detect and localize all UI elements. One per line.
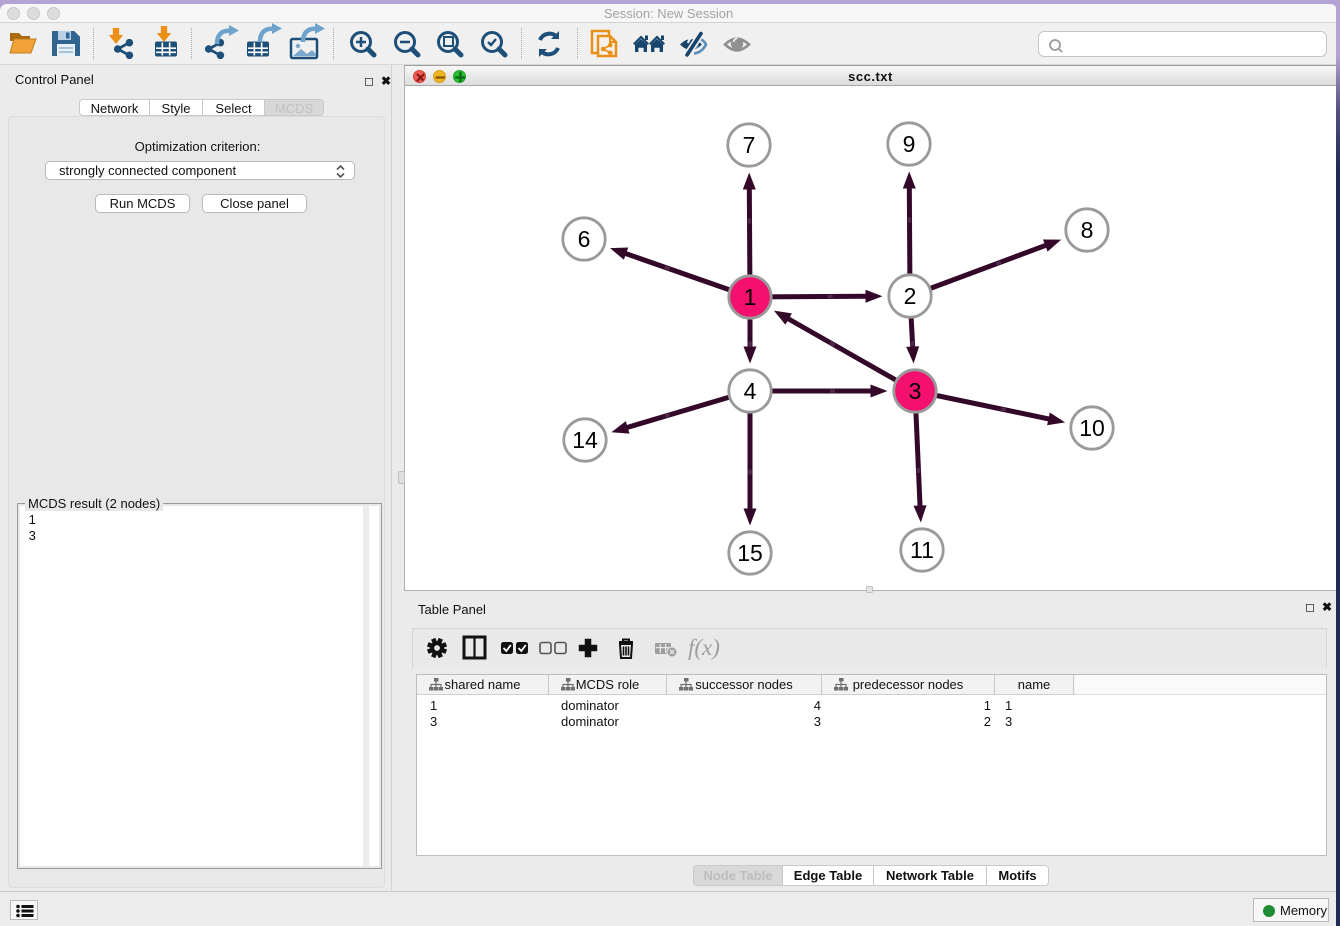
svg-text:15: 15	[737, 540, 763, 566]
svg-text:2: 2	[904, 283, 917, 309]
svg-text:f(x): f(x)	[688, 635, 720, 660]
svg-text:3: 3	[909, 378, 922, 404]
svg-text:8: 8	[1081, 217, 1094, 243]
svg-text:11: 11	[910, 537, 934, 563]
svg-text:10: 10	[1079, 415, 1105, 441]
svg-text:4: 4	[744, 378, 757, 404]
svg-text:7: 7	[743, 132, 756, 158]
svg-text:14: 14	[572, 427, 598, 453]
svg-text:1: 1	[744, 284, 757, 310]
svg-text:9: 9	[903, 131, 916, 157]
svg-text:6: 6	[578, 226, 591, 252]
